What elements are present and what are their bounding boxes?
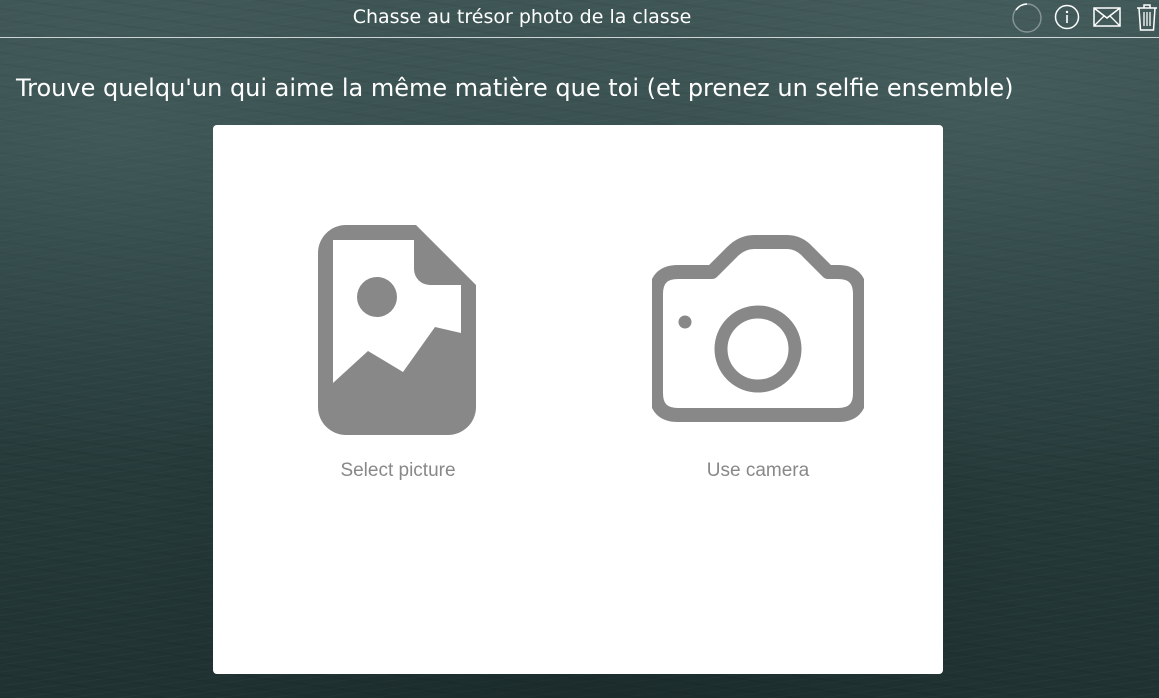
select-picture-label: Select picture [340,460,456,481]
camera-icon [652,235,864,422]
info-icon[interactable] [1054,4,1080,30]
app-title: Chasse au trésor photo de la classe [352,6,692,28]
mail-icon[interactable] [1093,7,1121,27]
loading-spinner-icon [1012,3,1042,33]
use-camera-button[interactable]: Use camera [638,225,878,482]
use-camera-label: Use camera [706,460,810,481]
challenge-prompt: Trouve quelqu'un qui aime la même matièr… [16,74,1014,102]
image-file-icon [318,225,476,435]
trash-icon[interactable] [1136,3,1158,31]
upload-card: Select picture Use camera [213,125,943,674]
app-header: Chasse au trésor photo de la classe [0,0,1159,38]
select-picture-button[interactable]: Select picture [278,225,518,482]
